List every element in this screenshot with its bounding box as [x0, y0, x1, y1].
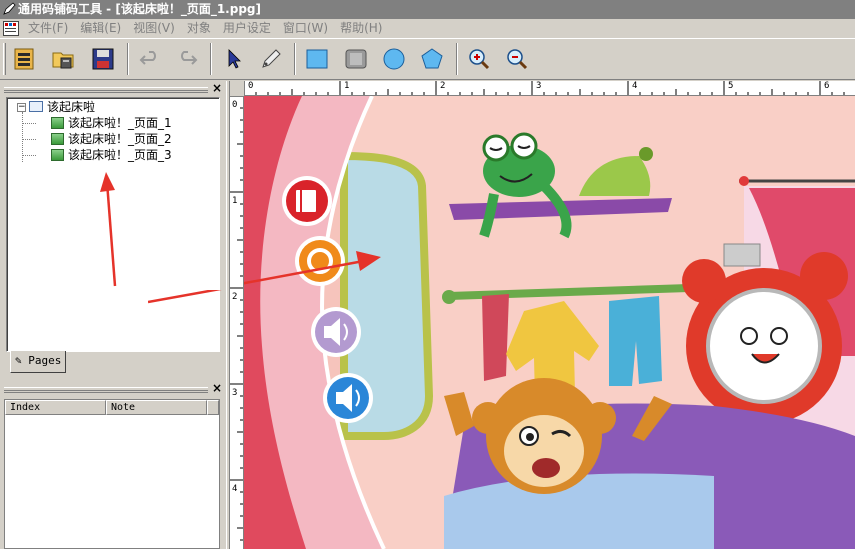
window-title: 通用码铺码工具 - [该起床啦！_页面_1.ppg] — [18, 2, 261, 16]
annotation-arrow-up — [100, 172, 117, 287]
ruler-label: 1 — [344, 81, 350, 91]
image-icon — [51, 116, 64, 129]
tree-page-label: 该起床啦！_页面_3 — [68, 148, 172, 162]
undo-icon[interactable] — [134, 43, 166, 75]
book-list-icon[interactable] — [9, 43, 41, 75]
page-canvas[interactable] — [244, 96, 855, 549]
menu-object[interactable]: 对象 — [181, 19, 217, 38]
index-panel-header: × — [0, 381, 226, 397]
close-icon[interactable]: × — [212, 81, 222, 95]
close-icon[interactable]: × — [212, 381, 222, 395]
ruler-corner — [230, 81, 244, 96]
ruler-label: 3 — [536, 81, 542, 91]
toolbar — [0, 38, 855, 80]
ruler-label: 2 — [440, 81, 446, 91]
menu-edit[interactable]: 编辑(E) — [74, 19, 127, 38]
tree-page-label: 该起床啦！_页面_2 — [68, 132, 172, 146]
menu-view[interactable]: 视图(V) — [127, 19, 181, 38]
ruler-label: 0 — [232, 100, 238, 110]
tree-page-label: 该起床啦！_页面_1 — [68, 116, 172, 130]
menu-bar: 文件(F) 编辑(E) 视图(V) 对象 用户设定 窗口(W) 帮助(H) — [0, 19, 855, 38]
ruler-label: 6 — [824, 81, 830, 91]
column-header-index[interactable]: Index — [5, 400, 106, 415]
book-icon — [29, 101, 43, 112]
open-folder-icon[interactable] — [48, 43, 80, 75]
page-tree[interactable]: − 该起床啦 该起床啦！_页面_1 该起床啦！_页面_2 该起床啦！_页面_3 — [6, 97, 220, 352]
page-illustration — [244, 96, 855, 549]
column-header-filler — [207, 400, 219, 415]
tree-page-item-3[interactable]: 该起床啦！_页面_3 — [51, 147, 172, 163]
tree-root-item[interactable]: 该起床啦 — [29, 99, 95, 115]
zoom-out-icon[interactable] — [501, 43, 533, 75]
annotation-arrow-diagonal — [148, 290, 222, 304]
vertical-ruler: 0 1 2 3 4 — [230, 96, 244, 549]
tab-pages-label: Pages — [28, 354, 62, 367]
pen-app-icon — [3, 2, 16, 15]
menu-window[interactable]: 窗口(W) — [277, 19, 334, 38]
ruler-label: 4 — [232, 484, 238, 494]
rectangle-tool-icon[interactable] — [301, 43, 333, 75]
ruler-label: 5 — [728, 81, 734, 91]
menu-user-settings[interactable]: 用户设定 — [217, 19, 277, 38]
image-icon — [51, 132, 64, 145]
tree-page-item-2[interactable]: 该起床啦！_页面_2 — [51, 131, 172, 147]
pen-tool-icon[interactable] — [255, 43, 287, 75]
document-icon[interactable] — [3, 21, 19, 36]
pages-panel-header: × — [0, 81, 226, 97]
tree-page-item-1[interactable]: 该起床啦！_页面_1 — [51, 115, 172, 131]
toolbar-grip[interactable] — [3, 43, 6, 75]
ruler-label: 1 — [232, 196, 238, 206]
ruler-label: 0 — [248, 81, 254, 91]
menu-file[interactable]: 文件(F) — [22, 19, 74, 38]
pen-icon: ✎ — [15, 354, 22, 367]
polygon-tool-icon[interactable] — [416, 43, 448, 75]
ruler-label: 4 — [632, 81, 638, 91]
rounded-rect-tool-icon[interactable] — [340, 43, 372, 75]
pointer-arrow-icon[interactable] — [217, 43, 249, 75]
collapse-toggle-icon[interactable]: − — [17, 103, 26, 112]
circle-tool-icon[interactable] — [378, 43, 410, 75]
title-bar: 通用码铺码工具 - [该起床啦！_页面_1.ppg] — [0, 0, 855, 19]
ruler-label: 3 — [232, 388, 238, 398]
tab-pages[interactable]: ✎ Pages — [10, 351, 66, 373]
redo-icon[interactable] — [171, 43, 203, 75]
column-header-note[interactable]: Note — [106, 400, 207, 415]
zoom-in-icon[interactable] — [463, 43, 495, 75]
menu-help[interactable]: 帮助(H) — [334, 19, 388, 38]
tree-root-label: 该起床啦 — [47, 100, 96, 114]
image-icon — [51, 148, 64, 161]
save-disk-icon[interactable] — [87, 43, 119, 75]
left-pane: × − 该起床啦 该起床啦！_页面_1 该起床啦！_页面_2 该起床啦！_页面_… — [0, 81, 226, 549]
index-table[interactable]: Index Note — [4, 399, 220, 549]
horizontal-ruler: 0 1 2 3 4 5 6 — [244, 81, 855, 96]
